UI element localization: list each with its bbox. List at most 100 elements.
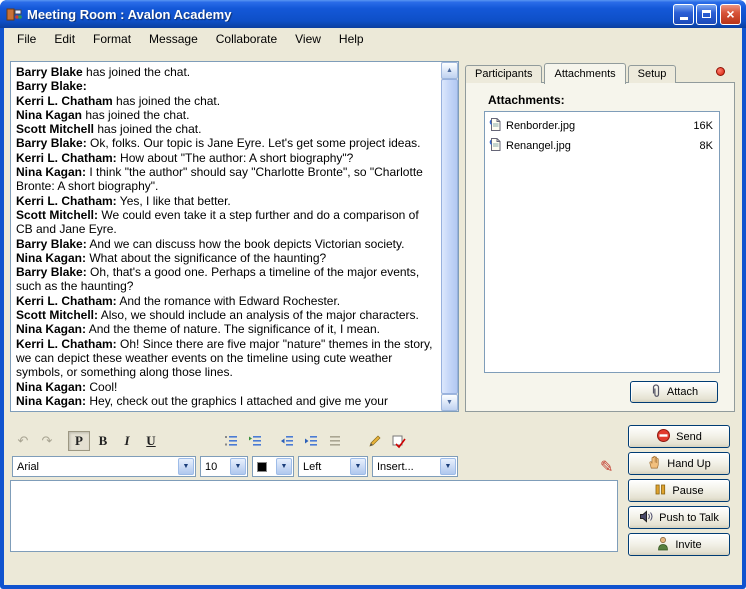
chat-author: Nina Kagan:	[16, 322, 86, 336]
chat-message: Nina Kagan: Hey, check out the graphics …	[16, 394, 437, 409]
chevron-down-icon: ▼	[350, 458, 366, 475]
minimize-button[interactable]	[673, 4, 694, 25]
chat-message: Nina Kagan has joined the chat.	[16, 108, 437, 122]
tab-attachments[interactable]: Attachments	[544, 63, 625, 84]
indent-icon[interactable]	[300, 431, 322, 451]
tab-setup[interactable]: Setup	[628, 65, 677, 83]
edit-pencil-icon[interactable]: ✎	[600, 457, 613, 477]
chat-history[interactable]: Barry Blake has joined the chat. Barry B…	[10, 61, 459, 412]
bold-button[interactable]: B	[92, 431, 114, 451]
chevron-down-icon: ▼	[178, 458, 194, 475]
chat-message: Kerri L. Chatham: Oh! Since there are fi…	[16, 337, 437, 380]
underline-button[interactable]: U	[140, 431, 162, 451]
chat-message: Scott Mitchell: We could even take it a …	[16, 208, 437, 237]
attachments-list[interactable]: Renborder.jpg 16K Renangel.jpg 8K	[484, 111, 720, 373]
chat-messages: Barry Blake has joined the chat. Barry B…	[16, 65, 437, 409]
file-size: 8K	[700, 140, 713, 152]
chat-author: Nina Kagan:	[16, 380, 86, 394]
tab-participants[interactable]: Participants	[465, 65, 542, 83]
attach-button[interactable]: Attach	[630, 381, 718, 403]
chat-text: has joined the chat.	[113, 94, 220, 108]
close-button[interactable]: ×	[720, 4, 741, 25]
pause-button-label: Pause	[672, 485, 703, 497]
chat-author: Kerri L. Chatham:	[16, 294, 117, 308]
chevron-down-icon: ▼	[440, 458, 456, 475]
window-icon	[6, 6, 22, 22]
menu-format[interactable]: Format	[84, 30, 140, 48]
font-family-value: Arial	[13, 461, 177, 473]
spellcheck-icon[interactable]	[388, 431, 410, 451]
chat-author: Barry Blake:	[16, 237, 87, 251]
chat-text: has joined the chat.	[94, 122, 201, 136]
paperclip-icon	[650, 384, 662, 401]
panel-tabs: Participants Attachments Setup	[465, 63, 678, 83]
chat-author: Barry Blake:	[16, 136, 87, 150]
menu-file[interactable]: File	[8, 30, 45, 48]
chat-text: And the romance with Edward Rochester.	[117, 294, 340, 308]
hand-up-button-label: Hand Up	[667, 458, 710, 470]
hand-up-button[interactable]: Hand Up	[628, 452, 730, 475]
window: Meeting Room : Avalon Academy × File Edi…	[0, 0, 746, 589]
chat-author: Barry Blake:	[16, 79, 87, 93]
chat-author: Kerri L. Chatham	[16, 94, 113, 108]
pause-button[interactable]: Pause	[628, 479, 730, 502]
chat-message: Nina Kagan: I think "the author" should …	[16, 165, 437, 194]
chat-author: Kerri L. Chatham:	[16, 337, 117, 351]
menu-edit[interactable]: Edit	[45, 30, 84, 48]
insert-select[interactable]: Insert... ▼	[372, 456, 458, 477]
push-to-talk-button-label: Push to Talk	[659, 512, 719, 524]
chat-text: What about the significance of the haunt…	[86, 251, 326, 265]
menu-collaborate[interactable]: Collaborate	[207, 30, 286, 48]
chat-message: Barry Blake: Ok, folks. Our topic is Jan…	[16, 136, 437, 150]
chat-text: And we can discuss how the book depicts …	[87, 237, 405, 251]
font-family-select[interactable]: Arial ▼	[12, 456, 196, 477]
push-to-talk-button[interactable]: Push to Talk	[628, 506, 730, 529]
chat-text: Cool!	[86, 380, 117, 394]
attachment-item[interactable]: Renborder.jpg 16K	[487, 116, 717, 136]
bullet-list-icon[interactable]	[244, 431, 266, 451]
paragraph-style-button[interactable]: P	[68, 431, 90, 451]
italic-button[interactable]: I	[116, 431, 138, 451]
chat-scrollbar[interactable]: ▲ ▼	[441, 62, 458, 411]
send-button[interactable]: Send	[628, 425, 730, 448]
send-icon	[656, 428, 671, 446]
chat-author: Nina Kagan:	[16, 165, 86, 179]
pause-icon	[654, 483, 667, 499]
chat-author: Nina Kagan	[16, 108, 82, 122]
menu-view[interactable]: View	[286, 30, 330, 48]
outdent-icon[interactable]	[276, 431, 298, 451]
invite-button[interactable]: Invite	[628, 533, 730, 556]
chat-message: Kerri L. Chatham: Yes, I like that bette…	[16, 194, 437, 208]
chat-message: Kerri L. Chatham: And the romance with E…	[16, 294, 437, 308]
insert-signature-icon[interactable]	[364, 431, 386, 451]
person-icon	[656, 536, 670, 554]
chat-author: Scott Mitchell:	[16, 208, 98, 222]
alignment-value: Left	[299, 461, 349, 473]
message-input[interactable]	[10, 480, 618, 552]
menu-help[interactable]: Help	[330, 30, 373, 48]
chat-message: Nina Kagan: Cool!	[16, 380, 437, 394]
text-direction-icon[interactable]	[324, 431, 346, 451]
font-size-select[interactable]: 10 ▼	[200, 456, 248, 477]
chat-message: Kerri L. Chatham: How about "The author:…	[16, 151, 437, 165]
numbered-list-icon[interactable]	[220, 431, 242, 451]
chat-message: Kerri L. Chatham has joined the chat.	[16, 94, 437, 108]
scrollbar-thumb[interactable]	[441, 79, 458, 394]
chat-author: Scott Mitchell	[16, 122, 94, 136]
scroll-up-icon[interactable]: ▲	[441, 62, 458, 79]
title-bar[interactable]: Meeting Room : Avalon Academy ×	[0, 0, 746, 28]
redo-icon[interactable]: ↷	[36, 431, 58, 451]
alignment-select[interactable]: Left ▼	[298, 456, 368, 477]
scroll-down-icon[interactable]: ▼	[441, 394, 458, 411]
chat-author: Kerri L. Chatham:	[16, 194, 117, 208]
maximize-button[interactable]	[696, 4, 717, 25]
chat-text: And the theme of nature. The significanc…	[86, 322, 380, 336]
menu-message[interactable]: Message	[140, 30, 207, 48]
chat-message: Barry Blake: Oh, that's a good one. Perh…	[16, 265, 437, 294]
undo-icon[interactable]: ↶	[12, 431, 34, 451]
chat-text: How about "The author: A short biography…	[117, 151, 354, 165]
chevron-down-icon: ▼	[230, 458, 246, 475]
attachment-item[interactable]: Renangel.jpg 8K	[487, 136, 717, 156]
chat-author: Nina Kagan:	[16, 251, 86, 265]
font-color-select[interactable]: ▼	[252, 456, 294, 477]
